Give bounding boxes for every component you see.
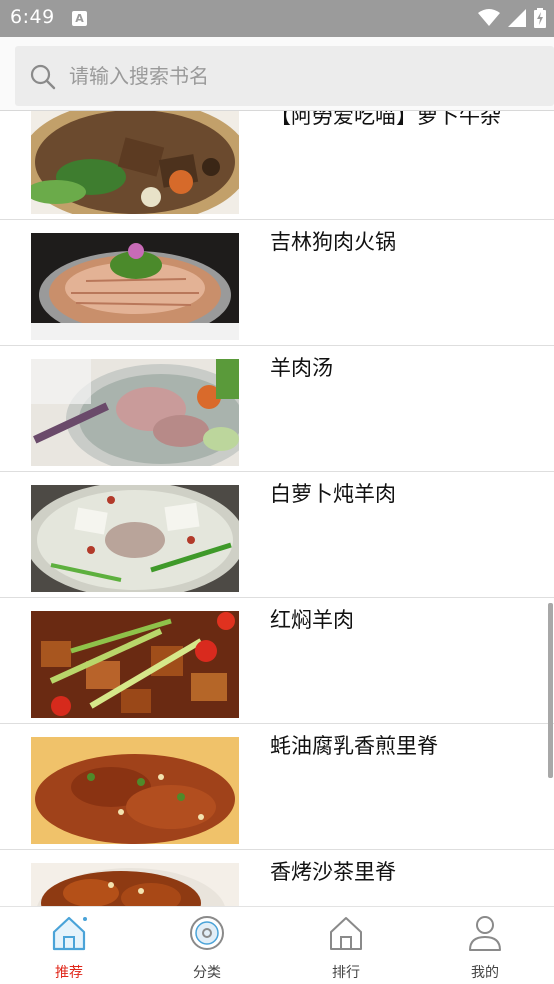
recipe-title: 蚝油腐乳香煎里脊 [270,734,438,758]
list-item[interactable]: 羊肉汤 [0,346,554,472]
meat-hotpot-image [31,233,239,340]
recipe-title: 羊肉汤 [270,356,333,380]
wifi-icon [478,9,500,26]
nav-tab-ranking[interactable]: 排行 [277,907,415,984]
nav-tab-recommend[interactable]: 推荐 [0,907,138,984]
beef-radish-stew-image [31,111,239,214]
status-time: 6:49 [10,6,55,28]
status-icons [478,7,546,29]
list-item[interactable]: 白萝卜炖羊肉 [0,472,554,598]
list-item[interactable]: 吉林狗肉火锅 [0,220,554,346]
profile-person-icon [469,916,501,951]
battery-charging-icon [534,8,546,28]
ranking-house-icon [330,917,362,950]
braised-lamb-image [31,611,239,718]
category-disc-icon [190,916,224,950]
recipe-title: 香烤沙茶里脊 [270,860,396,884]
recipe-title: 红焖羊肉 [270,608,354,632]
a-square-icon: A [72,11,87,26]
recipe-title: 吉林狗肉火锅 [270,230,396,254]
list-item[interactable]: 【阿勞爱吃喵】萝卜牛杂 [0,111,554,220]
search-bar [0,37,554,111]
recipe-list: 【阿勞爱吃喵】萝卜牛杂 吉林狗肉火锅 羊肉汤 白萝卜炖羊肉 红焖羊肉 蚝油腐乳香… [0,111,554,906]
signal-icon [508,9,526,27]
bottom-nav: 推荐 分类 排行 我的 [0,906,554,984]
search-icon [30,64,56,90]
nav-label: 分类 [193,965,221,981]
lamb-soup-image [31,359,239,466]
recipe-title: 【阿勞爱吃喵】萝卜牛杂 [270,111,501,128]
list-item[interactable]: 红焖羊肉 [0,598,554,724]
nav-label: 我的 [471,965,499,981]
satay-tenderloin-image [31,863,239,906]
home-recommend-icon [52,916,87,951]
nav-label: 推荐 [55,965,83,981]
nav-tab-profile[interactable]: 我的 [416,907,554,984]
radish-lamb-stew-image [31,485,239,592]
scrollbar[interactable] [548,603,553,778]
list-item[interactable]: 香烤沙茶里脊 [0,850,554,906]
search-box[interactable] [15,46,554,106]
fried-tenderloin-image [31,737,239,844]
list-item[interactable]: 蚝油腐乳香煎里脊 [0,724,554,850]
nav-tab-category[interactable]: 分类 [138,907,276,984]
status-bar: 6:49 A [0,0,554,37]
nav-label: 排行 [332,965,360,981]
search-input[interactable] [69,46,539,106]
recipe-title: 白萝卜炖羊肉 [270,482,396,506]
